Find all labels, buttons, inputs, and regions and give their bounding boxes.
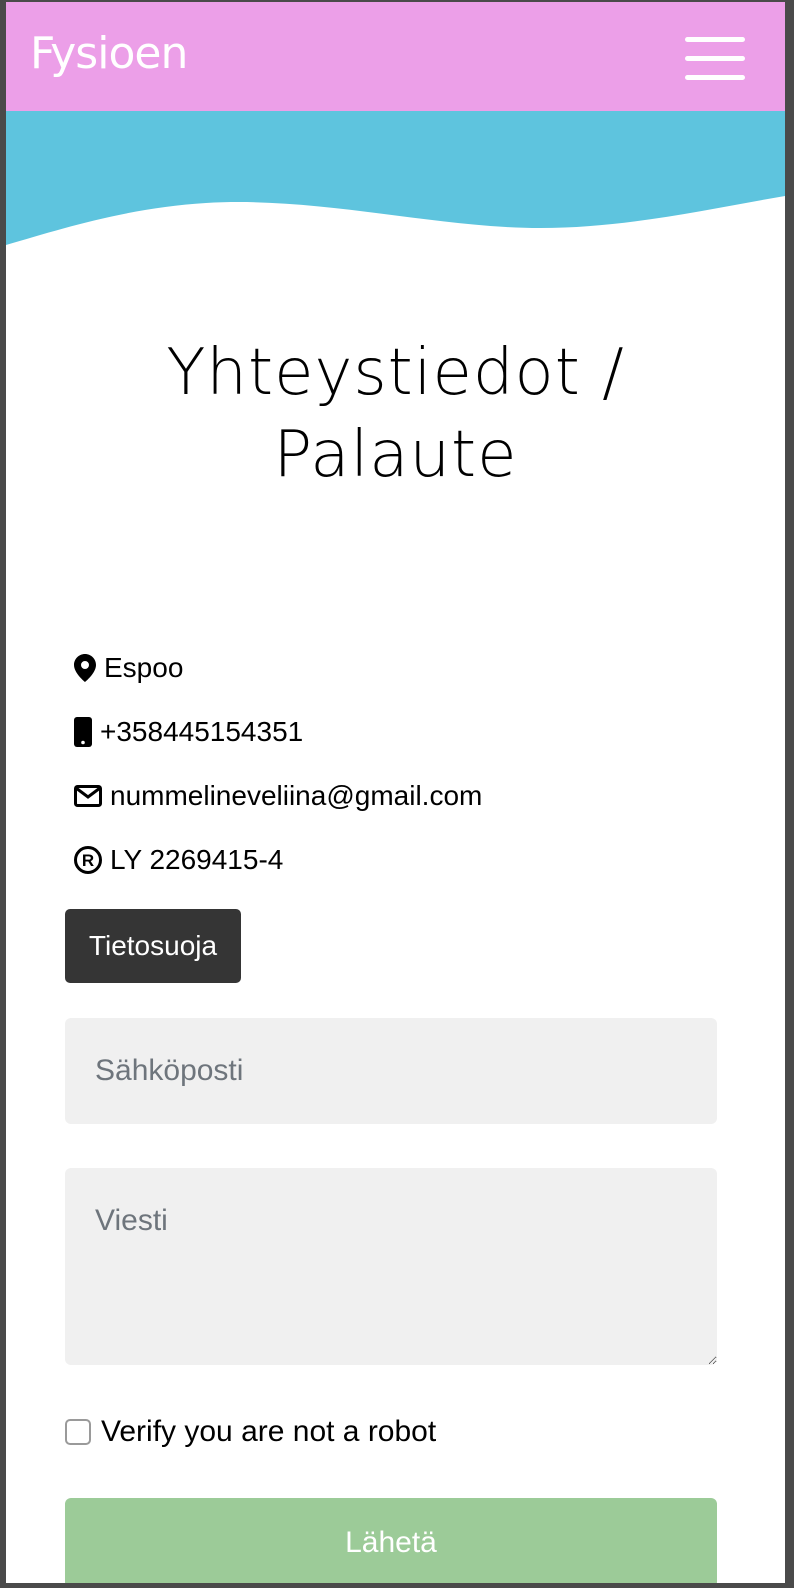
svg-text:R: R — [82, 851, 94, 870]
recaptcha-verify: Verify you are not a robot — [65, 1412, 436, 1452]
page-title-line-1: Yhteystiedot / — [166, 336, 625, 410]
brand-logo[interactable]: Fysioen — [30, 28, 188, 80]
contact-email: nummelineveliina@gmail.com — [74, 776, 482, 816]
page-title-line-2: Palaute — [273, 418, 518, 492]
email-field[interactable] — [65, 1018, 717, 1124]
recaptcha-checkbox[interactable] — [65, 1419, 91, 1445]
navbar: Fysioen — [6, 2, 785, 111]
contact-location-text: Espoo — [104, 652, 184, 683]
submit-button[interactable]: Lähetä — [65, 1498, 717, 1583]
registered-icon: R — [74, 846, 102, 874]
contact-location: Espoo — [74, 648, 183, 688]
contact-phone-text[interactable]: +358445154351 — [100, 716, 303, 748]
recaptcha-label: Verify you are not a robot — [101, 1415, 437, 1448]
page-frame: Fysioen Yhteystiedot / Palaute Espoo +35… — [6, 2, 785, 1583]
contact-business-id: R LY 2269415-4 — [74, 840, 283, 880]
map-marker-icon — [74, 654, 96, 682]
privacy-button[interactable]: Tietosuoja — [65, 909, 241, 983]
message-field[interactable] — [65, 1168, 717, 1365]
contact-email-text[interactable]: nummelineveliina@gmail.com — [110, 780, 482, 812]
envelope-icon — [74, 785, 102, 807]
hamburger-menu-icon[interactable] — [685, 37, 745, 81]
hero-wave-banner — [6, 111, 785, 245]
mobile-phone-icon — [74, 717, 92, 747]
contact-business-id-text: LY 2269415-4 — [110, 844, 284, 875]
contact-phone: +358445154351 — [74, 712, 303, 752]
page-title: Yhteystiedot / Palaute — [6, 332, 785, 496]
